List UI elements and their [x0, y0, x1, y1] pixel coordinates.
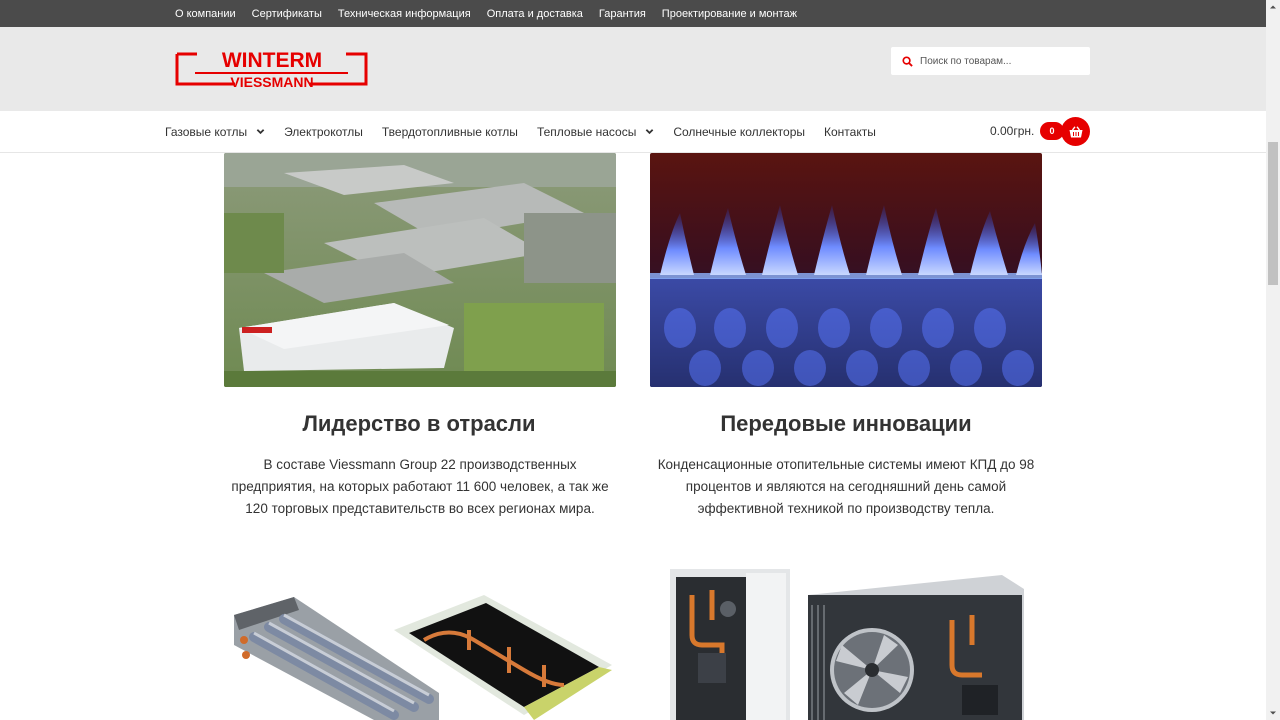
feature-title-innovation: Передовые инновации — [720, 411, 972, 436]
top-link-about[interactable]: О компании — [175, 8, 236, 20]
heat-pump-units-image — [662, 565, 1030, 720]
nav-item-heat-pumps[interactable]: Тепловые насосы — [537, 125, 654, 139]
chevron-down-icon[interactable] — [256, 127, 265, 136]
nav-item-gas-boilers[interactable]: Газовые котлы — [165, 125, 265, 139]
feature-title-leadership: Лидерство в отрасли — [302, 411, 536, 436]
nav-item-label: Тепловые насосы — [536, 124, 637, 139]
scrollbar-thumb[interactable] — [1268, 142, 1278, 285]
nav-item-label: Газовые котлы — [165, 124, 248, 139]
search-icon — [902, 55, 913, 67]
top-bar: О компании Сертификаты Техническая инфор… — [0, 0, 1266, 27]
nav-item-label: Контакты — [824, 124, 876, 139]
nav-item-solid-fuel-boilers[interactable]: Твердотопливные котлы — [382, 125, 518, 139]
scroll-down-arrow-icon[interactable] — [1266, 706, 1280, 720]
gas-flame-image — [650, 153, 1042, 387]
basket-icon — [1069, 125, 1082, 137]
top-link-warranty[interactable]: Гарантия — [599, 8, 646, 20]
cart-total[interactable]: 0.00грн. — [990, 124, 1034, 138]
logo-text-viessmann: VIESSMANN — [230, 74, 313, 90]
site-logo[interactable]: WINTERM VIESSMANN — [175, 46, 368, 90]
factory-aerial-image — [224, 153, 616, 387]
nav-item-electric-boilers[interactable]: Электрокотлы — [284, 125, 363, 139]
solar-collectors-image — [224, 575, 616, 720]
feature-text-innovation: Конденсационные отопительные системы име… — [657, 457, 1035, 516]
chevron-down-icon[interactable] — [645, 127, 654, 136]
top-link-design-install[interactable]: Проектирование и монтаж — [662, 8, 797, 20]
page-scrollbar[interactable] — [1266, 0, 1280, 720]
main-menu: Газовые котлы Электрокотлы Твердотопливн… — [165, 111, 895, 152]
scroll-up-arrow-icon[interactable] — [1266, 0, 1280, 14]
top-menu: О компании Сертификаты Техническая инфор… — [175, 0, 813, 27]
nav-item-contacts[interactable]: Контакты — [824, 125, 876, 139]
nav-item-label: Твердотопливные котлы — [381, 124, 518, 139]
top-link-payment-delivery[interactable]: Оплата и доставка — [487, 8, 583, 20]
search-box[interactable] — [891, 47, 1090, 75]
cart-button[interactable] — [1061, 117, 1090, 146]
site-header: WINTERM VIESSMANN — [0, 27, 1266, 111]
nav-item-solar-collectors[interactable]: Солнечные коллекторы — [673, 125, 805, 139]
nav-item-label: Электрокотлы — [284, 124, 363, 139]
top-link-tech-info[interactable]: Техническая информация — [338, 8, 471, 20]
nav-item-label: Солнечные коллекторы — [673, 124, 806, 139]
feature-text-leadership: В составе Viessmann Group 22 производств… — [231, 457, 609, 516]
top-link-certificates[interactable]: Сертификаты — [252, 8, 322, 20]
search-input[interactable] — [920, 55, 1080, 67]
logo-text-winterm: WINTERM — [222, 49, 322, 72]
